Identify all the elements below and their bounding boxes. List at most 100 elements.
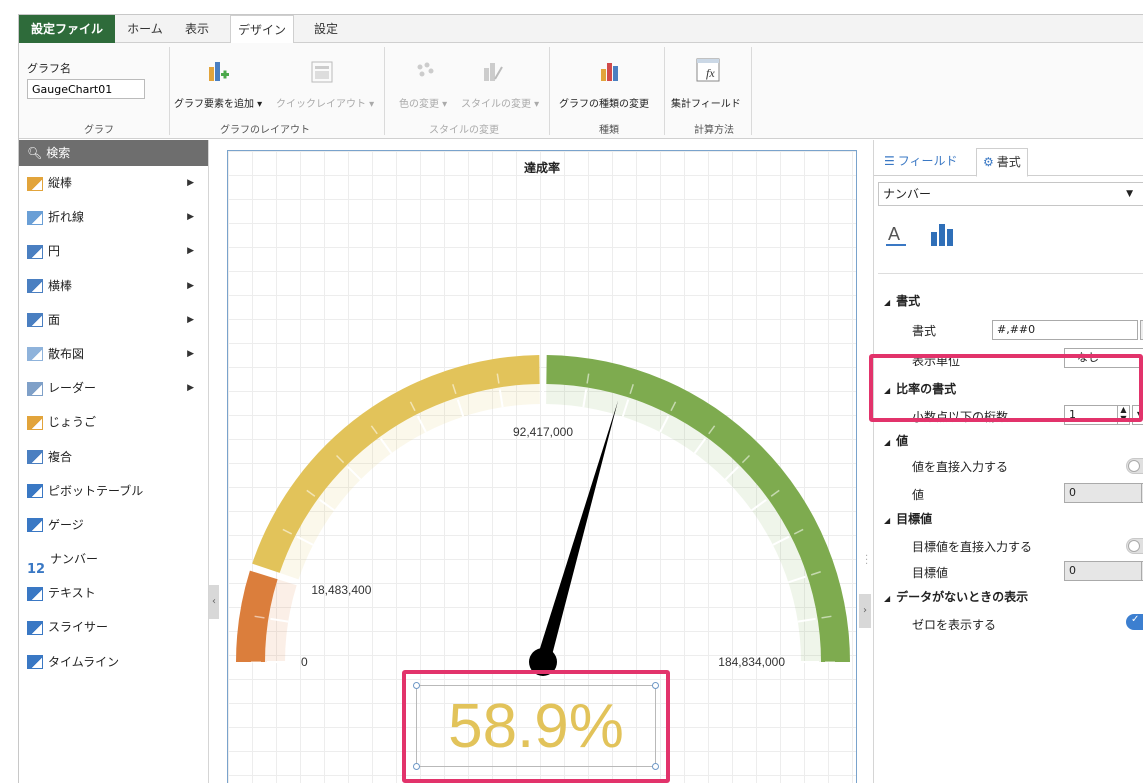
chart-type-item[interactable]: じょうご xyxy=(19,405,208,439)
chart-type-item[interactable]: 円 ▶ xyxy=(19,234,208,268)
aggregate-field-button[interactable]: 集計フィールド xyxy=(671,95,741,110)
chart-type-item[interactable]: 縦棒 ▶ xyxy=(19,166,208,200)
resize-handle[interactable] xyxy=(413,682,420,689)
collapse-triangle-icon: ◢ xyxy=(884,298,891,307)
collapse-left-panel-button[interactable]: ‹ xyxy=(209,585,219,619)
chart-type-item[interactable]: 散布図 ▶ xyxy=(19,337,208,371)
funnel-chart-icon xyxy=(27,415,43,430)
chart-type-item[interactable]: タイムライン xyxy=(19,645,208,679)
resize-handle[interactable] xyxy=(652,682,659,689)
submenu-arrow-icon: ▶ xyxy=(187,314,194,325)
submenu-arrow-icon: ▶ xyxy=(187,212,194,223)
database-icon: ☰ xyxy=(884,154,895,168)
chart-type-label: 縦棒 xyxy=(48,176,73,190)
tab-settings-file[interactable]: 設定ファイル xyxy=(19,15,115,43)
format-input[interactable]: #,##0 xyxy=(992,320,1138,340)
tab-view[interactable]: 表示 xyxy=(177,15,217,43)
section-value-label: 値 xyxy=(896,434,909,448)
gauge-min-label: 0 xyxy=(301,655,308,669)
collapse-triangle-icon: ◢ xyxy=(884,386,891,395)
direct-target-toggle[interactable] xyxy=(1126,538,1143,554)
section-ratio-format-header[interactable]: ◢ 比率の書式 xyxy=(884,380,956,397)
style-change-button[interactable]: スタイルの変更 ▾ xyxy=(461,95,539,110)
collapse-right-panel-button[interactable]: › xyxy=(859,594,871,628)
add-element-button[interactable]: グラフ要素を追加 ▾ xyxy=(174,95,262,110)
chart-type-item[interactable]: スライサー xyxy=(19,610,208,644)
chart-type-item[interactable]: ゲージ xyxy=(19,508,208,542)
section-target-header[interactable]: ◢ 目標値 xyxy=(884,510,932,527)
chart-type-item[interactable]: 複合 xyxy=(19,440,208,474)
gear-icon: ⚙ xyxy=(983,155,994,169)
gauge-tick xyxy=(265,571,276,576)
tab-home[interactable]: ホーム xyxy=(119,15,171,43)
graph-name-label: グラフ名 xyxy=(27,62,71,75)
unit-select[interactable]: なし⬍ xyxy=(1064,348,1143,368)
tab-fields[interactable]: ☰ フィールド xyxy=(878,148,964,176)
area-chart-icon xyxy=(27,313,43,328)
chart-type-list: 縦棒 ▶ 折れ線 ▶ 円 ▶ 横棒 ▶ 面 ▶ 散布図 ▶ レーダー ▶ じょうご 複合 ピボットテーブル ゲージ… xyxy=(19,166,208,679)
submenu-arrow-icon: ▶ xyxy=(187,348,194,359)
section-format-header[interactable]: ◢ 書式 xyxy=(884,292,920,309)
decimal-dropdown-button[interactable]: ▼ xyxy=(1132,405,1143,425)
text-format-icon[interactable]: A xyxy=(884,222,910,248)
chart-type-item[interactable]: レーダー ▶ xyxy=(19,371,208,405)
chart-type-label: スライサー xyxy=(48,620,109,635)
graph-name-input[interactable] xyxy=(27,79,145,99)
chart-type-label: ナンバー xyxy=(50,552,99,567)
section-value-header[interactable]: ◢ 値 xyxy=(884,432,908,449)
chart-type-item[interactable]: テキスト xyxy=(19,576,208,610)
tab-format[interactable]: ⚙ 書式 xyxy=(976,148,1028,177)
chart-type-button[interactable]: グラフの種類の変更 xyxy=(559,95,649,110)
app-window: 設定ファイル ホーム 表示 デザイン 設定 グラフ名 グラフ グラフ要素を追加 … xyxy=(18,14,1143,783)
chart-type-item[interactable]: 折れ線 ▶ xyxy=(19,200,208,234)
chart-canvas[interactable]: 達成率 0 18,483,400 92,417,000 184,834,000 58.… xyxy=(227,150,857,783)
chart-type-item[interactable]: 12 ナンバー xyxy=(19,542,208,577)
chart-type-label: テキスト xyxy=(48,586,96,601)
style-change-icon[interactable] xyxy=(479,59,505,85)
section-nodata-header[interactable]: ◢ データがないときの表示 xyxy=(884,588,1028,605)
collapse-triangle-icon: ◢ xyxy=(884,516,891,525)
spinner-icon[interactable]: ▲▼ xyxy=(1117,405,1129,425)
chart-type-icon[interactable] xyxy=(597,59,623,85)
chart-type-label: 折れ線 xyxy=(48,210,85,225)
direct-value-toggle[interactable] xyxy=(1126,458,1143,474)
group-label-layout: グラフのレイアウト xyxy=(220,125,310,136)
aggregate-field-icon[interactable]: fx xyxy=(695,57,721,83)
chart-type-item[interactable]: 面 ▶ xyxy=(19,303,208,337)
submenu-arrow-icon: ▶ xyxy=(187,280,194,291)
chart-type-item[interactable]: ピボットテーブル xyxy=(19,474,208,508)
target-input[interactable]: 0▲▼ xyxy=(1064,561,1143,581)
color-change-icon[interactable] xyxy=(412,59,438,85)
add-element-icon[interactable] xyxy=(205,59,231,85)
svg-text:A: A xyxy=(888,224,900,244)
search-box[interactable]: 🔍︎ 検索 xyxy=(19,140,208,166)
item-select[interactable]: ナンバー ▼ xyxy=(878,182,1143,206)
value-input-value: 0 xyxy=(1069,486,1076,499)
show-zero-toggle[interactable]: ✓ xyxy=(1126,614,1143,630)
unit-value: なし xyxy=(1077,351,1099,364)
chart-type-item[interactable]: 横棒 ▶ xyxy=(19,269,208,303)
resize-handle[interactable] xyxy=(652,763,659,770)
chart-type-label: レーダー xyxy=(48,381,97,396)
chart-type-label: 面 xyxy=(48,312,61,327)
format-subtabs: A xyxy=(878,216,1143,274)
gauge-value-box[interactable]: 58.9% xyxy=(413,682,659,770)
scatter-chart-icon xyxy=(27,347,43,362)
splitter-grip[interactable]: · · · xyxy=(865,552,868,570)
color-change-button[interactable]: 色の変更 ▾ xyxy=(399,95,447,110)
quick-layout-icon[interactable] xyxy=(309,59,335,85)
decimal-places-input[interactable]: 1 ▲ ▼ xyxy=(1064,405,1130,425)
gauge-needle xyxy=(536,400,619,664)
resize-handle[interactable] xyxy=(413,763,420,770)
gauge-icon xyxy=(27,518,43,533)
tab-settings[interactable]: 設定 xyxy=(305,15,347,43)
group-separator xyxy=(384,47,385,135)
quick-layout-button[interactable]: クイックレイアウト ▾ xyxy=(276,95,374,110)
value-input[interactable]: 0▲▼ xyxy=(1064,483,1143,503)
combo-chart-icon xyxy=(27,450,43,464)
tab-fields-label: フィールド xyxy=(897,154,958,168)
chart-format-icon[interactable] xyxy=(928,220,956,248)
text-icon xyxy=(27,586,43,601)
tab-design[interactable]: デザイン xyxy=(230,15,294,44)
toggle-knob xyxy=(1128,460,1140,472)
